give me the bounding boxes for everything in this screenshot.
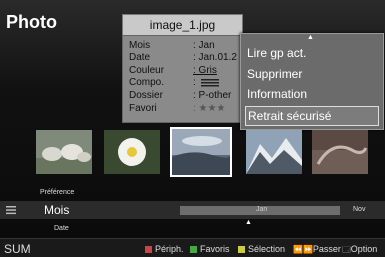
preference-label[interactable]: Préférence bbox=[40, 189, 74, 196]
page-title: Photo bbox=[6, 12, 57, 32]
green-button-icon bbox=[190, 246, 197, 254]
info-row-composition: Compo.: bbox=[129, 77, 219, 88]
options-menu: ▲ Lire gp act. Supprimer Information Ret… bbox=[240, 33, 384, 130]
info-row-color: Couleur : Gris bbox=[129, 65, 217, 76]
info-key: Compo. bbox=[129, 77, 165, 88]
info-key: Date bbox=[129, 52, 151, 63]
sort-bar: Mois Jan Nov bbox=[0, 201, 385, 219]
menu-item-safe-remove[interactable]: Retrait sécurisé bbox=[245, 106, 379, 126]
info-panel: image_1.jpg Mois : Jan Date : Jan.01.2 Cou… bbox=[122, 14, 243, 123]
option-icon: 🗔 bbox=[342, 245, 351, 254]
info-value: : Jan.01.2 bbox=[193, 52, 237, 63]
bottom-help-bar: SUM Périph. Favoris Sélection ⏪⏩Passer 🗔… bbox=[0, 238, 385, 257]
thumbnail-rabbits[interactable] bbox=[36, 130, 92, 174]
menu-item-play-group[interactable]: Lire gp act. bbox=[247, 46, 306, 60]
menu-item-information[interactable]: Information bbox=[247, 87, 307, 101]
sort-current-mode[interactable]: Mois bbox=[44, 203, 69, 217]
flower-image bbox=[104, 130, 160, 174]
legend-label: Passer bbox=[312, 244, 341, 254]
info-value: : Gris bbox=[193, 65, 217, 76]
legend-label: Périph. bbox=[155, 244, 184, 254]
sea-image bbox=[312, 130, 368, 174]
info-row-favorite: Favori : ★★★ bbox=[129, 103, 225, 114]
info-filename: image_1.jpg bbox=[122, 14, 243, 35]
skip-icon: ⏪⏩ bbox=[293, 245, 313, 254]
timeline-marker-icon: ▲ bbox=[245, 219, 252, 226]
photo-browser-screen: Photo image_1.jpg Mois: Jan Date: Jan.01… bbox=[0, 0, 385, 257]
info-value: : Jan bbox=[193, 40, 215, 51]
info-value: : ★★★ bbox=[193, 103, 226, 114]
thumbnail-mountains[interactable] bbox=[246, 130, 302, 174]
info-key: Mois bbox=[129, 40, 151, 51]
legend-selection[interactable]: Sélection bbox=[238, 244, 285, 254]
info-value: : P-other bbox=[193, 90, 232, 101]
red-button-icon bbox=[145, 246, 152, 254]
info-row-month: Mois : Jan bbox=[129, 40, 215, 51]
list-icon bbox=[6, 206, 16, 215]
thumbnail-sea[interactable] bbox=[312, 130, 368, 174]
date-sort-label[interactable]: Date bbox=[54, 225, 69, 232]
info-body: Mois : Jan Date : Jan.01.2 Couleur : Gris C… bbox=[122, 35, 243, 123]
menu-up-arrow-icon[interactable]: ▲ bbox=[307, 34, 314, 41]
sum-label: SUM bbox=[4, 242, 31, 256]
legend-skip[interactable]: ⏪⏩Passer bbox=[293, 244, 341, 254]
timeline-end-label: Nov bbox=[353, 206, 366, 213]
timeline-current-label: Jan bbox=[256, 206, 268, 213]
yellow-button-icon bbox=[238, 246, 245, 254]
legend-label: Favoris bbox=[200, 244, 230, 254]
rabbits-image bbox=[36, 130, 92, 174]
info-row-date: Date : Jan.01.2 bbox=[129, 52, 237, 63]
info-key: Couleur bbox=[129, 65, 165, 76]
menu-item-delete[interactable]: Supprimer bbox=[247, 67, 302, 81]
legend-option[interactable]: 🗔Option bbox=[342, 244, 377, 257]
legend-favorites[interactable]: Favoris bbox=[190, 244, 230, 254]
info-key: Dossier bbox=[129, 90, 163, 101]
thumbnail-flower[interactable] bbox=[104, 130, 160, 174]
legend-label: Sélection bbox=[248, 244, 286, 254]
legend-device[interactable]: Périph. bbox=[145, 244, 184, 254]
legend-label: Option bbox=[350, 244, 378, 254]
thumbnail-sky-selected[interactable] bbox=[170, 127, 232, 177]
info-key: Favori bbox=[129, 103, 157, 114]
composition-icon bbox=[200, 78, 219, 87]
info-value: : bbox=[193, 77, 196, 88]
sky-image bbox=[172, 129, 230, 175]
info-row-folder: Dossier : P-other bbox=[129, 90, 231, 101]
mountains-image bbox=[246, 130, 302, 174]
